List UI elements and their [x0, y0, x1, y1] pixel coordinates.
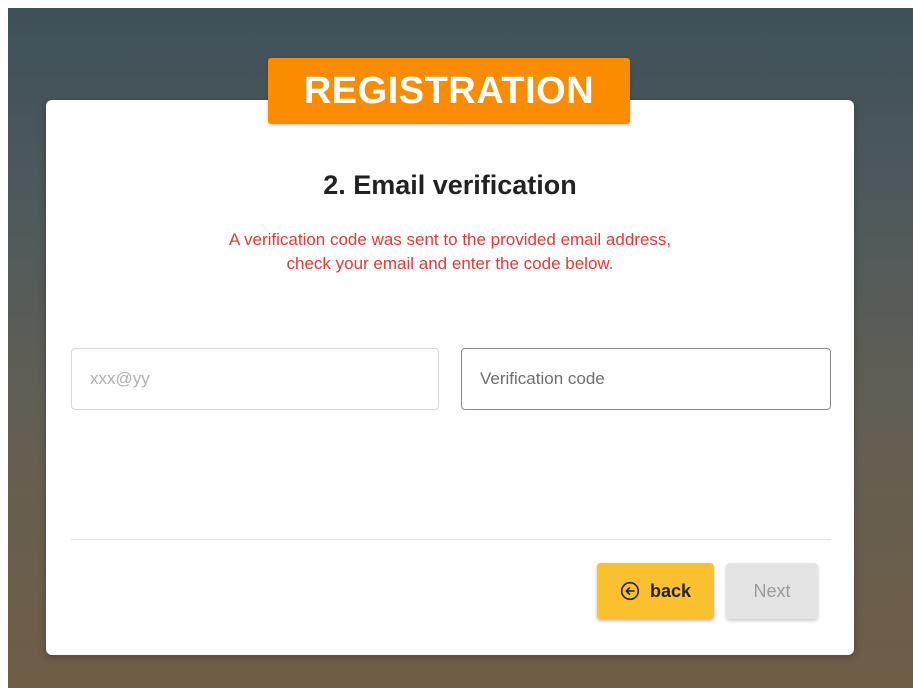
verification-notice: A verification code was sent to the prov… — [106, 228, 794, 276]
registration-card: 2. Email verification A verification cod… — [46, 100, 854, 655]
back-button-label: back — [649, 580, 692, 601]
back-button[interactable]: back — [597, 563, 714, 619]
verification-code-input[interactable] — [461, 348, 831, 410]
registration-banner: REGISTRATION — [268, 58, 630, 124]
actions-divider — [71, 539, 831, 540]
email-field[interactable] — [71, 348, 439, 410]
notice-line-2: check your email and enter the code belo… — [286, 254, 614, 273]
page-background: 2. Email verification A verification cod… — [8, 8, 913, 688]
notice-line-1: A verification code was sent to the prov… — [228, 230, 672, 249]
arrow-left-circle-icon — [620, 581, 640, 601]
step-title: 2. Email verification — [323, 170, 577, 200]
next-button[interactable]: Next — [726, 563, 818, 619]
